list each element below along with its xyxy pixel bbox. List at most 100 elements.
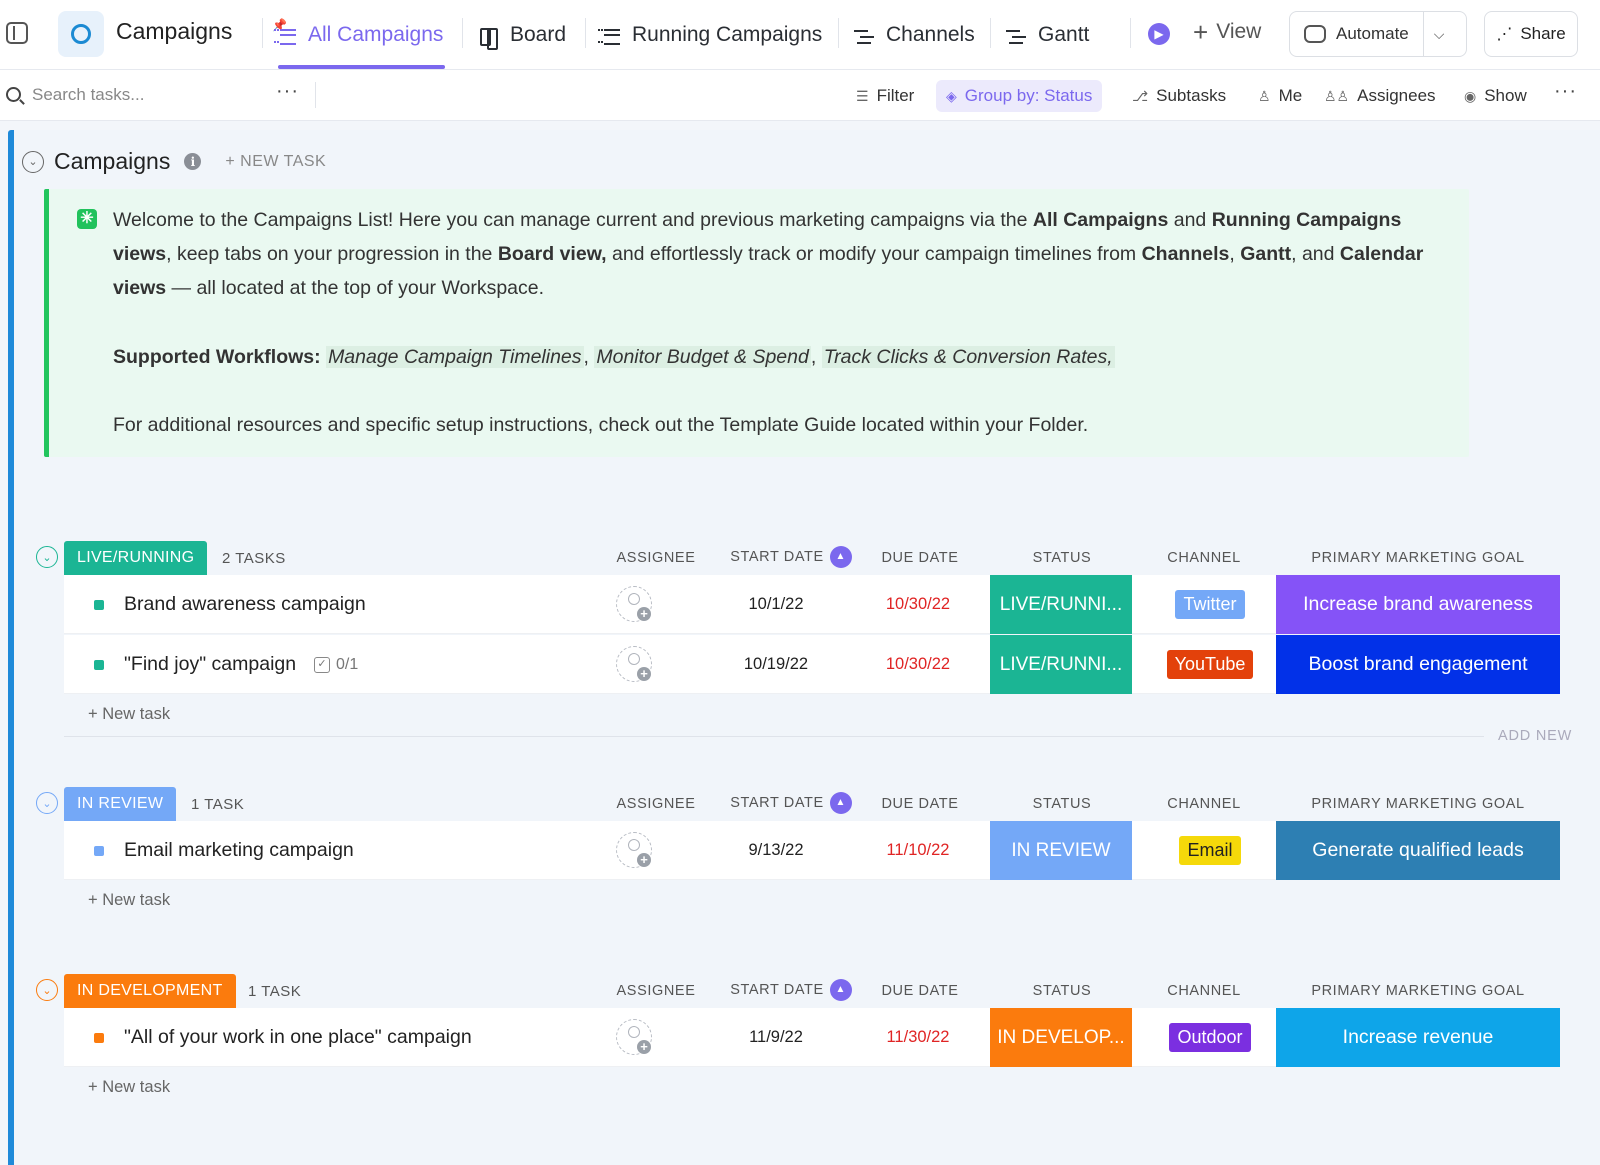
column-start-date[interactable]: START DATE ▲ bbox=[716, 546, 866, 568]
channel-tag: Email bbox=[1179, 836, 1241, 865]
column-assignee[interactable]: ASSIGNEE bbox=[596, 983, 716, 999]
collapse-icon[interactable]: ⌄ bbox=[36, 546, 58, 568]
more-options-icon[interactable]: ··· bbox=[1554, 80, 1577, 103]
task-name[interactable]: "All of your work in one place" campaign bbox=[124, 1026, 472, 1049]
column-goal[interactable]: PRIMARY MARKETING GOAL bbox=[1276, 796, 1560, 812]
space-icon[interactable] bbox=[58, 11, 104, 57]
more-views-icon[interactable]: ▶ bbox=[1148, 23, 1170, 45]
column-due-date[interactable]: DUE DATE bbox=[870, 796, 970, 812]
tab-board[interactable]: Board bbox=[474, 0, 566, 70]
share-button[interactable]: ⋰ Share bbox=[1484, 11, 1578, 57]
new-task-button[interactable]: + NEW TASK bbox=[225, 153, 326, 171]
group-by-button[interactable]: ◈ Group by: Status bbox=[936, 80, 1103, 112]
text: Welcome to the Campaigns List! Here you … bbox=[113, 209, 1033, 231]
task-row[interactable]: Brand awareness campaign 10/1/22 10/30/2… bbox=[64, 575, 1560, 634]
channel-cell[interactable]: Outdoor bbox=[1140, 1008, 1280, 1067]
tab-channels[interactable]: Channels bbox=[850, 0, 975, 70]
collapse-icon[interactable]: ⌄ bbox=[36, 979, 58, 1001]
column-goal[interactable]: PRIMARY MARKETING GOAL bbox=[1276, 983, 1560, 999]
status-dot[interactable] bbox=[94, 600, 104, 610]
task-row[interactable]: Email marketing campaign 9/13/22 11/10/2… bbox=[64, 821, 1560, 880]
channel-cell[interactable]: Email bbox=[1140, 821, 1280, 880]
status-cell[interactable]: LIVE/RUNNI... bbox=[990, 575, 1132, 634]
status-dot[interactable] bbox=[94, 1033, 104, 1043]
due-date[interactable]: 10/30/22 bbox=[866, 655, 970, 674]
automate-button[interactable]: Automate ⌵ bbox=[1289, 11, 1467, 57]
column-due-date[interactable]: DUE DATE bbox=[870, 550, 970, 566]
start-date[interactable]: 10/1/22 bbox=[724, 595, 828, 614]
assignees-button[interactable]: ♙♙ Assignees bbox=[1324, 80, 1436, 112]
task-row[interactable]: "All of your work in one place" campaign… bbox=[64, 1008, 1560, 1067]
status-cell[interactable]: IN REVIEW bbox=[990, 821, 1132, 880]
workflow-tag: Track Clicks & Conversion Rates, bbox=[821, 346, 1115, 368]
status-dot[interactable] bbox=[94, 846, 104, 856]
sort-asc-icon[interactable]: ▲ bbox=[829, 979, 852, 1001]
top-bar: Campaigns 📌 All Campaigns Board Running … bbox=[0, 0, 1600, 70]
start-date[interactable]: 9/13/22 bbox=[724, 841, 828, 860]
add-assignee-icon[interactable] bbox=[616, 832, 652, 868]
column-status[interactable]: STATUS bbox=[990, 550, 1134, 566]
status-cell[interactable]: IN DEVELOP... bbox=[990, 1008, 1132, 1067]
search-options-icon[interactable]: ··· bbox=[276, 80, 299, 103]
subtasks-button[interactable]: ⎇ Subtasks bbox=[1132, 80, 1226, 112]
start-date[interactable]: 11/9/22 bbox=[724, 1028, 828, 1047]
column-assignee[interactable]: ASSIGNEE bbox=[596, 550, 716, 566]
column-channel[interactable]: CHANNEL bbox=[1142, 550, 1266, 566]
me-button[interactable]: ♙ Me bbox=[1258, 80, 1302, 112]
space-title[interactable]: Campaigns bbox=[116, 18, 232, 45]
group-status-badge[interactable]: IN REVIEW bbox=[64, 787, 177, 821]
group-status-badge[interactable]: IN DEVELOPMENT bbox=[64, 974, 236, 1008]
sidebar-toggle-icon[interactable] bbox=[6, 22, 28, 44]
goal-cell[interactable]: Increase revenue bbox=[1276, 1008, 1560, 1067]
subtask-count[interactable]: ✓ 0/1 bbox=[314, 656, 358, 674]
goal-cell[interactable]: Increase brand awareness bbox=[1276, 575, 1560, 634]
start-date[interactable]: 10/19/22 bbox=[724, 655, 828, 674]
column-channel[interactable]: CHANNEL bbox=[1142, 796, 1266, 812]
collapse-icon[interactable]: ⌄ bbox=[36, 792, 58, 814]
add-view-button[interactable]: + View bbox=[1193, 19, 1261, 45]
column-goal[interactable]: PRIMARY MARKETING GOAL bbox=[1276, 550, 1560, 566]
add-new-group-button[interactable]: ADD NEW bbox=[1498, 728, 1572, 744]
task-row[interactable]: "Find joy" campaign ✓ 0/1 10/19/22 10/30… bbox=[64, 635, 1560, 694]
sort-asc-icon[interactable]: ▲ bbox=[829, 546, 852, 568]
list-title[interactable]: Campaigns bbox=[54, 148, 170, 175]
search-input[interactable] bbox=[32, 81, 272, 109]
channel-cell[interactable]: Twitter bbox=[1140, 575, 1280, 634]
column-due-date[interactable]: DUE DATE bbox=[870, 983, 970, 999]
add-assignee-icon[interactable] bbox=[616, 586, 652, 622]
add-assignee-icon[interactable] bbox=[616, 646, 652, 682]
status-cell[interactable]: LIVE/RUNNI... bbox=[990, 635, 1132, 694]
task-name[interactable]: Email marketing campaign bbox=[124, 839, 354, 862]
column-channel[interactable]: CHANNEL bbox=[1142, 983, 1266, 999]
tab-all-campaigns[interactable]: 📌 All Campaigns bbox=[272, 0, 446, 70]
task-name[interactable]: Brand awareness campaign bbox=[124, 593, 366, 616]
new-task-button[interactable]: + New task bbox=[88, 1078, 170, 1097]
column-assignee[interactable]: ASSIGNEE bbox=[596, 796, 716, 812]
tab-gantt[interactable]: Gantt bbox=[1002, 0, 1089, 70]
assignees-label: Assignees bbox=[1357, 86, 1436, 105]
goal-cell[interactable]: Generate qualified leads bbox=[1276, 821, 1560, 880]
add-assignee-icon[interactable] bbox=[616, 1019, 652, 1055]
due-date[interactable]: 11/30/22 bbox=[866, 1028, 970, 1047]
channel-cell[interactable]: YouTube bbox=[1140, 635, 1280, 694]
column-start-date[interactable]: START DATE ▲ bbox=[716, 979, 866, 1001]
status-dot[interactable] bbox=[94, 660, 104, 670]
info-icon[interactable]: i bbox=[184, 153, 202, 170]
show-button[interactable]: ◉ Show bbox=[1464, 80, 1527, 112]
chevron-down-icon[interactable]: ⌵ bbox=[1434, 26, 1445, 43]
group-status-badge[interactable]: LIVE/RUNNING bbox=[64, 541, 208, 575]
goal-cell[interactable]: Boost brand engagement bbox=[1276, 635, 1560, 694]
new-task-button[interactable]: + New task bbox=[88, 705, 170, 724]
new-task-button[interactable]: + New task bbox=[88, 891, 170, 910]
task-name[interactable]: "Find joy" campaign bbox=[124, 653, 296, 676]
due-date[interactable]: 11/10/22 bbox=[866, 841, 970, 860]
column-status[interactable]: STATUS bbox=[990, 796, 1134, 812]
column-status[interactable]: STATUS bbox=[990, 983, 1134, 999]
collapse-icon[interactable]: ⌄ bbox=[22, 150, 44, 173]
column-start-date[interactable]: START DATE ▲ bbox=[716, 792, 866, 814]
filter-button[interactable]: ☰ Filter bbox=[856, 80, 914, 112]
tab-running-campaigns[interactable]: Running Campaigns bbox=[596, 0, 822, 70]
due-date[interactable]: 10/30/22 bbox=[866, 595, 970, 614]
column-label: START DATE bbox=[730, 981, 824, 998]
sort-asc-icon[interactable]: ▲ bbox=[829, 792, 852, 814]
